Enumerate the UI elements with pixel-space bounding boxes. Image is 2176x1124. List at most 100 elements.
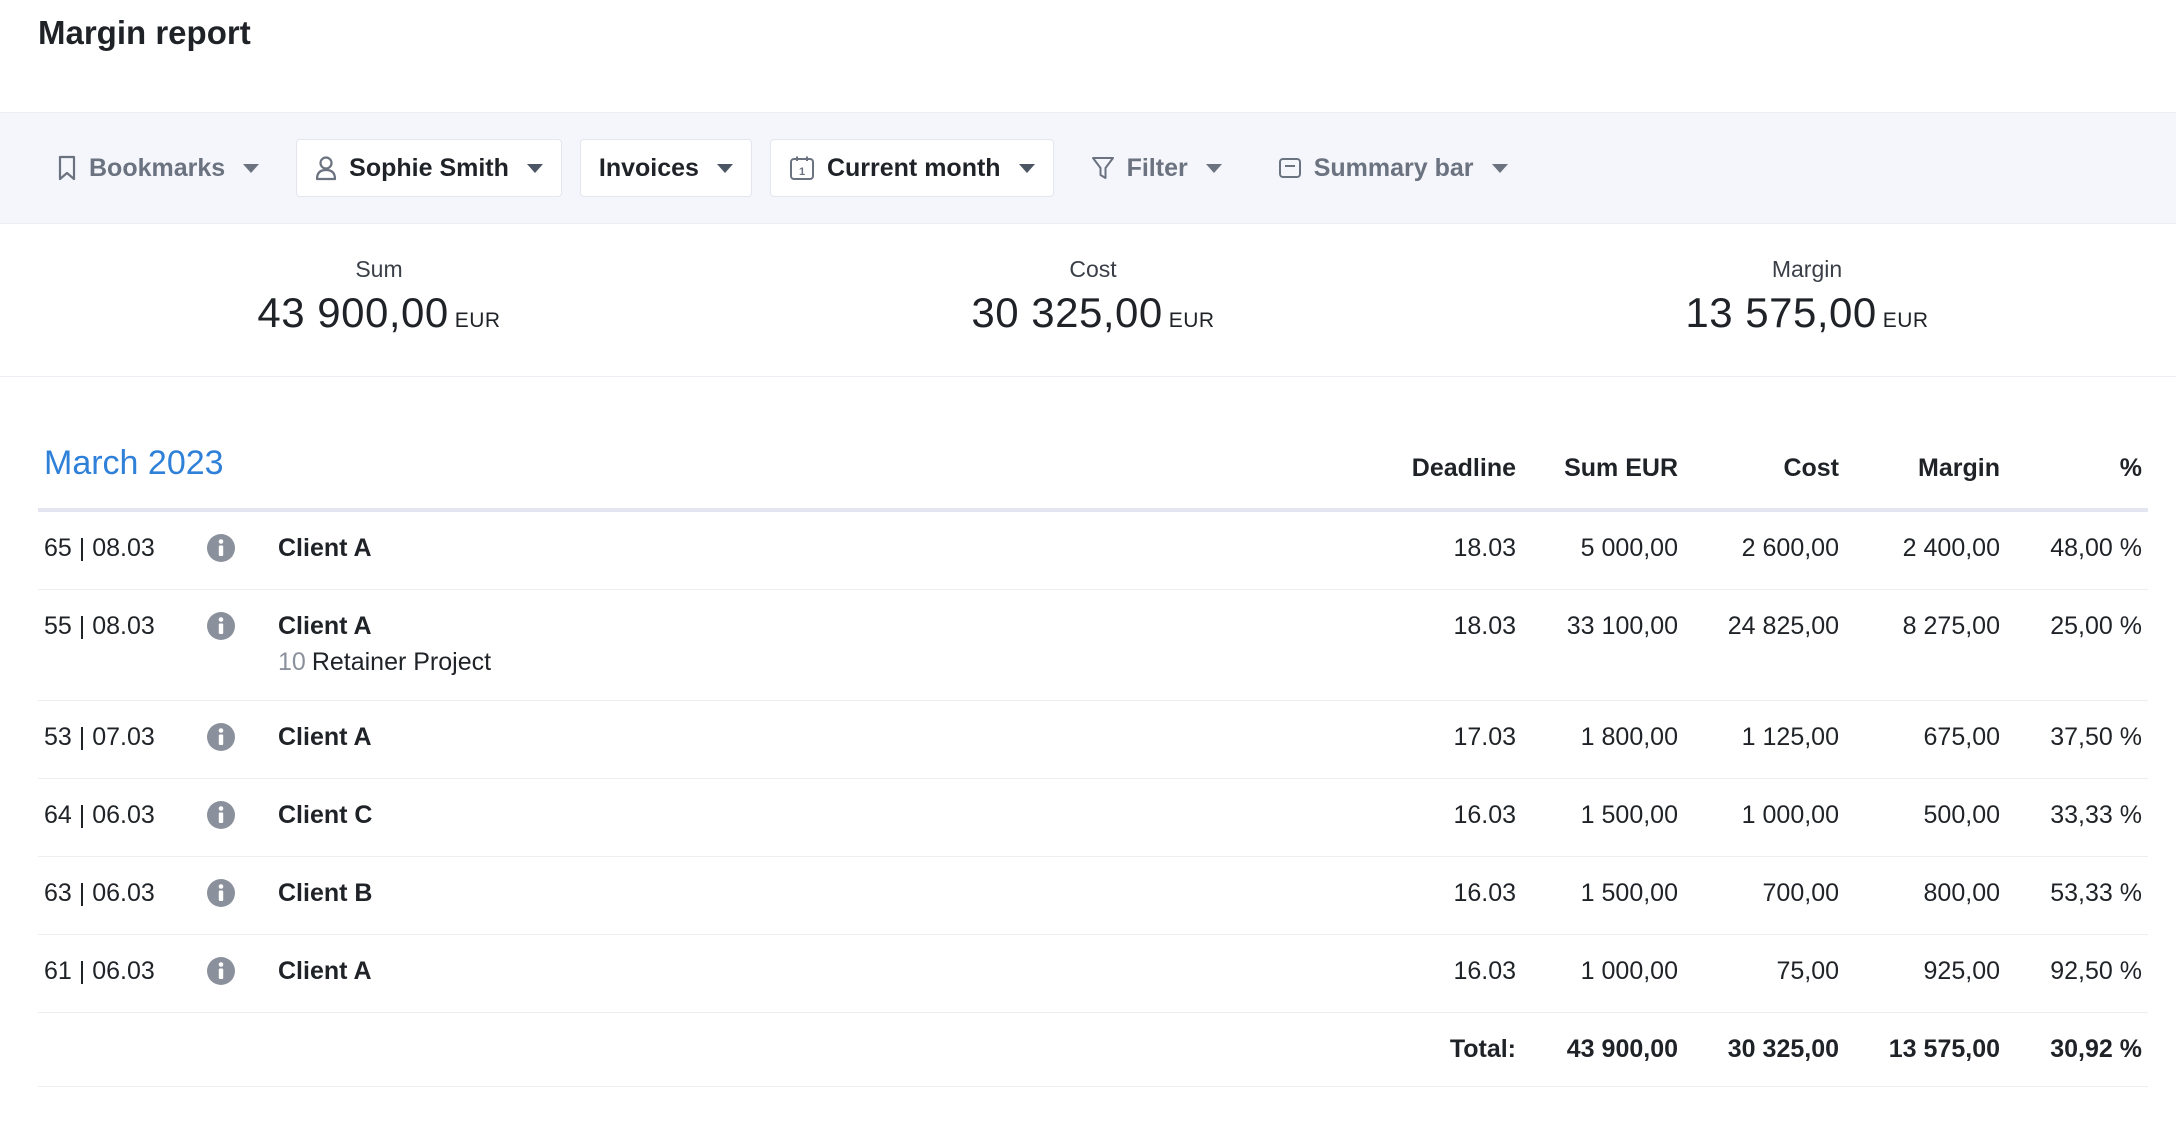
document-type-label: Invoices — [598, 153, 699, 182]
percent-cell: 48,00 % — [2050, 534, 2142, 562]
toolbar: Bookmarks Sophie Smith Invoices 1 Curren… — [0, 112, 2176, 224]
summary-bar: Sum 43 900,00 EUR Cost 30 325,00 EUR Margi… — [0, 224, 2176, 377]
cost-cell: 2 600,00 — [1741, 534, 1839, 562]
header-margin[interactable]: Margin — [1918, 454, 2000, 483]
table-row[interactable]: 53 | 07.03 Client A 17.03 1 800,00 1 125,00 6… — [38, 701, 2148, 779]
info-icon[interactable] — [206, 722, 236, 752]
client-name[interactable]: Client A — [278, 723, 372, 752]
table-row[interactable]: 64 | 06.03 Client C 16.03 1 500,00 1 000,00 5… — [38, 779, 2148, 857]
client-name[interactable]: Client B — [278, 879, 372, 908]
summary-bar-dropdown[interactable]: Summary bar — [1259, 139, 1527, 197]
invoice-id[interactable]: 65 | 08.03 — [44, 534, 155, 563]
sum-cell: 1 000,00 — [1580, 957, 1678, 985]
invoice-id[interactable]: 64 | 06.03 — [44, 801, 155, 830]
cost-cell: 1 125,00 — [1741, 723, 1839, 751]
period-dropdown[interactable]: 1 Current month — [769, 139, 1054, 197]
table-row[interactable]: 61 | 06.03 Client A 16.03 1 000,00 75,00 925,… — [38, 935, 2148, 1013]
page-title: Margin report — [38, 14, 251, 51]
percent-cell: 92,50 % — [2050, 957, 2142, 985]
margin-cell: 500,00 — [1923, 801, 2000, 829]
table-body: 65 | 08.03 Client A 18.03 5 000,00 2 600,00 2… — [38, 512, 2148, 1013]
user-label: Sophie Smith — [349, 153, 509, 182]
deadline-cell: 16.03 — [1453, 801, 1516, 829]
deadline-cell: 17.03 — [1453, 723, 1516, 751]
summary-margin-label: Margin — [1771, 256, 1843, 282]
summary-cost-label: Cost — [1069, 256, 1117, 282]
total-percent: 30,92 % — [2050, 1035, 2142, 1063]
deadline-cell: 16.03 — [1453, 957, 1516, 985]
deadline-cell: 16.03 — [1453, 879, 1516, 907]
period-label: Current month — [826, 153, 1001, 182]
chevron-down-icon — [526, 163, 543, 173]
bookmark-icon — [58, 155, 76, 181]
deadline-cell: 18.03 — [1453, 612, 1516, 640]
invoice-id[interactable]: 61 | 06.03 — [44, 957, 155, 986]
header-percent[interactable]: % — [2120, 454, 2142, 483]
percent-cell: 37,50 % — [2050, 723, 2142, 751]
client-name[interactable]: Client A — [278, 957, 372, 986]
summary-sum-amount: 43 900,00 — [257, 289, 449, 336]
project-line: 10 Retainer Project — [278, 648, 491, 677]
invoice-table: March 2023 Deadline Sum EUR Cost Margin … — [38, 438, 2148, 1087]
user-icon — [316, 156, 337, 181]
chevron-down-icon — [243, 163, 260, 173]
table-row[interactable]: 65 | 08.03 Client A 18.03 5 000,00 2 600,00 2… — [38, 512, 2148, 590]
filter-icon — [1091, 157, 1114, 179]
summary-cost: Cost 30 325,00 EUR — [883, 256, 1303, 337]
filter-dropdown[interactable]: Filter — [1072, 139, 1241, 197]
table-header: March 2023 Deadline Sum EUR Cost Margin … — [38, 438, 2148, 512]
client-name[interactable]: Client C — [278, 801, 372, 830]
chevron-down-icon — [1491, 163, 1508, 173]
invoice-id[interactable]: 53 | 07.03 — [44, 723, 155, 752]
percent-cell: 25,00 % — [2050, 612, 2142, 640]
total-label: Total: — [1449, 1035, 1516, 1063]
summary-bar-icon — [1278, 158, 1301, 178]
bookmarks-dropdown[interactable]: Bookmarks — [38, 139, 278, 197]
summary-sum-label: Sum — [355, 256, 403, 282]
project-number: 10 — [278, 648, 306, 676]
header-sum[interactable]: Sum EUR — [1564, 454, 1678, 483]
info-icon[interactable] — [206, 800, 236, 830]
info-icon[interactable] — [206, 533, 236, 563]
bookmarks-label: Bookmarks — [89, 153, 226, 182]
summary-sum-currency: EUR — [454, 309, 501, 332]
document-type-dropdown[interactable]: Invoices — [579, 139, 752, 197]
total-margin: 13 575,00 — [1888, 1035, 2000, 1063]
header-cost[interactable]: Cost — [1783, 454, 1839, 483]
sum-cell: 1 800,00 — [1580, 723, 1678, 751]
summary-cost-amount: 30 325,00 — [971, 289, 1163, 336]
summary-sum: Sum 43 900,00 EUR — [169, 256, 589, 337]
total-cost: 30 325,00 — [1727, 1035, 1839, 1063]
margin-cell: 675,00 — [1923, 723, 2000, 751]
info-icon[interactable] — [206, 878, 236, 908]
filter-label: Filter — [1126, 153, 1188, 182]
svg-text:1: 1 — [799, 166, 805, 178]
cost-cell: 1 000,00 — [1741, 801, 1839, 829]
summary-bar-label: Summary bar — [1313, 153, 1474, 182]
cost-cell: 24 825,00 — [1727, 612, 1839, 640]
table-row[interactable]: 63 | 06.03 Client B 16.03 1 500,00 700,00 800… — [38, 857, 2148, 935]
invoice-id[interactable]: 55 | 08.03 — [44, 612, 155, 641]
margin-cell: 2 400,00 — [1902, 534, 2000, 562]
project-name: Retainer Project — [311, 648, 492, 676]
info-icon[interactable] — [206, 956, 236, 986]
summary-cost-currency: EUR — [1168, 309, 1215, 332]
client-name[interactable]: Client A — [278, 612, 372, 641]
summary-margin-amount: 13 575,00 — [1685, 289, 1877, 336]
month-heading: March 2023 — [44, 444, 224, 482]
deadline-cell: 18.03 — [1453, 534, 1516, 562]
summary-margin: Margin 13 575,00 EUR — [1597, 256, 2017, 337]
total-sum: 43 900,00 — [1566, 1035, 1678, 1063]
chevron-down-icon — [1018, 163, 1035, 173]
chevron-down-icon — [1205, 163, 1222, 173]
sum-cell: 33 100,00 — [1566, 612, 1678, 640]
margin-cell: 925,00 — [1923, 957, 2000, 985]
header-deadline[interactable]: Deadline — [1412, 454, 1516, 483]
table-row[interactable]: 55 | 08.03 Client A 10 Retainer Project 18.0… — [38, 590, 2148, 701]
invoice-id[interactable]: 63 | 06.03 — [44, 879, 155, 908]
cost-cell: 75,00 — [1776, 957, 1839, 985]
info-icon[interactable] — [206, 611, 236, 641]
sum-cell: 5 000,00 — [1580, 534, 1678, 562]
user-dropdown[interactable]: Sophie Smith — [296, 139, 562, 197]
client-name[interactable]: Client A — [278, 534, 372, 563]
